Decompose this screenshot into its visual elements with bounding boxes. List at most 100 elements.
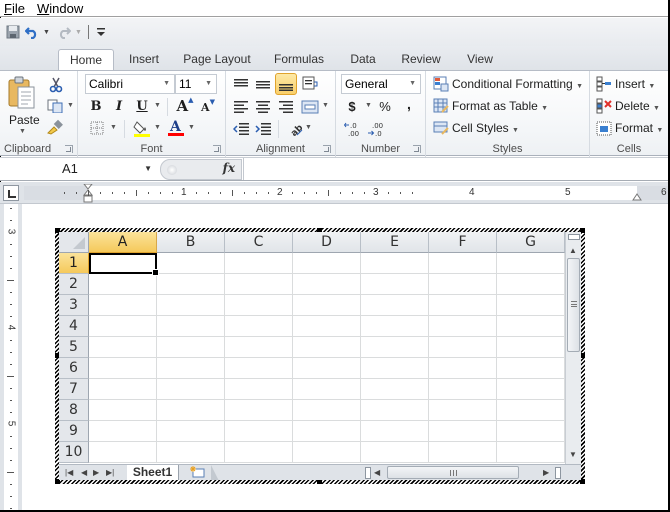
comma-button[interactable]: , xyxy=(404,96,414,112)
cell-f8[interactable] xyxy=(429,400,497,421)
cell-e7[interactable] xyxy=(361,379,429,400)
row-header-3[interactable]: 3 xyxy=(59,295,89,316)
column-header-c[interactable]: C xyxy=(225,232,293,253)
tab-review[interactable]: Review xyxy=(396,49,446,70)
row-header-8[interactable]: 8 xyxy=(59,400,89,421)
cell-c10[interactable] xyxy=(225,442,293,463)
row-header-1[interactable]: 1 xyxy=(59,253,89,274)
select-all-button[interactable] xyxy=(59,232,89,253)
cell-a8[interactable] xyxy=(89,400,157,421)
decrease-decimal-icon[interactable]: .00.0 xyxy=(366,120,386,138)
delete-cells-button[interactable]: Delete ▼ xyxy=(615,97,660,118)
borders-dropdown[interactable]: ▼ xyxy=(110,124,117,131)
currency-dropdown[interactable]: ▼ xyxy=(365,102,372,109)
cell-c7[interactable] xyxy=(225,379,293,400)
cell-g2[interactable] xyxy=(497,274,565,295)
embedded-worksheet[interactable]: A B C D E F G 1 2 3 4 5 6 7 8 9 10 ▲ ▼ |◀ ◀ ▶ ▶| Sheet1 … xyxy=(55,228,585,484)
cell-d4[interactable] xyxy=(293,316,361,337)
row-header-4[interactable]: 4 xyxy=(59,316,89,337)
cell-f5[interactable] xyxy=(429,337,497,358)
cell-g4[interactable] xyxy=(497,316,565,337)
cell-g1[interactable] xyxy=(497,253,565,274)
cell-g9[interactable] xyxy=(497,421,565,442)
cell-e2[interactable] xyxy=(361,274,429,295)
prev-sheet-icon[interactable]: ◀ xyxy=(81,466,87,480)
format-as-table-icon[interactable] xyxy=(432,97,450,115)
scroll-right-icon[interactable]: ▶ xyxy=(543,466,549,480)
insert-sheet-icon[interactable] xyxy=(189,466,211,480)
scroll-left-icon[interactable]: ◀ xyxy=(374,466,380,480)
underline-button[interactable]: U xyxy=(135,98,149,114)
increase-indent-icon[interactable] xyxy=(254,120,272,138)
align-right-icon[interactable] xyxy=(277,98,295,116)
increase-decimal-icon[interactable]: .0.00 xyxy=(343,120,363,138)
copy-icon[interactable] xyxy=(46,98,64,114)
cell-e10[interactable] xyxy=(361,442,429,463)
delete-cells-icon[interactable] xyxy=(596,97,612,115)
cell-b9[interactable] xyxy=(157,421,225,442)
align-middle-icon[interactable] xyxy=(254,75,272,93)
paste-icon[interactable] xyxy=(6,75,38,111)
conditional-formatting-button[interactable]: Conditional Formatting ▼ xyxy=(452,75,583,96)
cell-d1[interactable] xyxy=(293,253,361,274)
cell-f6[interactable] xyxy=(429,358,497,379)
vertical-ruler[interactable]: 3 4 5 xyxy=(0,204,22,510)
row-header-6[interactable]: 6 xyxy=(59,358,89,379)
horizontal-ruler[interactable]: 1 2 3 4 5 6 xyxy=(24,183,668,203)
cell-e5[interactable] xyxy=(361,337,429,358)
right-indent-marker-icon[interactable] xyxy=(632,190,642,201)
cell-e1[interactable] xyxy=(361,253,429,274)
cell-c3[interactable] xyxy=(225,295,293,316)
cell-d8[interactable] xyxy=(293,400,361,421)
cell-b2[interactable] xyxy=(157,274,225,295)
cell-f10[interactable] xyxy=(429,442,497,463)
font-name-combo[interactable]: Calibri ▼ xyxy=(85,74,175,94)
fill-color-dropdown[interactable]: ▼ xyxy=(154,124,161,131)
cell-a4[interactable] xyxy=(89,316,157,337)
align-bottom-icon[interactable] xyxy=(275,73,297,95)
tab-formulas[interactable]: Formulas xyxy=(268,49,330,70)
next-sheet-icon[interactable]: ▶ xyxy=(93,466,99,480)
insert-cells-button[interactable]: Insert ▼ xyxy=(615,75,655,96)
cell-d5[interactable] xyxy=(293,337,361,358)
row-header-9[interactable]: 9 xyxy=(59,421,89,442)
cell-c4[interactable] xyxy=(225,316,293,337)
cell-c1[interactable] xyxy=(225,253,293,274)
currency-button[interactable]: $ xyxy=(346,98,358,114)
insert-cells-icon[interactable] xyxy=(596,75,612,93)
cell-f9[interactable] xyxy=(429,421,497,442)
menu-window[interactable]: Window xyxy=(37,1,83,16)
save-icon[interactable] xyxy=(5,24,21,40)
cell-g10[interactable] xyxy=(497,442,565,463)
vertical-scroll-thumb[interactable] xyxy=(567,258,580,352)
cell-d2[interactable] xyxy=(293,274,361,295)
paste-dropdown[interactable]: ▼ xyxy=(19,128,26,135)
resize-grip-icon[interactable] xyxy=(167,165,177,175)
format-as-table-button[interactable]: Format as Table ▼ xyxy=(452,97,548,118)
cell-c5[interactable] xyxy=(225,337,293,358)
wrap-text-icon[interactable] xyxy=(301,74,319,92)
column-header-g[interactable]: G xyxy=(497,232,565,253)
cell-b8[interactable] xyxy=(157,400,225,421)
sheet-tab-sheet1[interactable]: Sheet1 xyxy=(127,465,179,480)
cell-a7[interactable] xyxy=(89,379,157,400)
active-cell-selection[interactable] xyxy=(89,253,159,276)
cut-icon[interactable] xyxy=(48,77,64,93)
cell-e8[interactable] xyxy=(361,400,429,421)
cell-e4[interactable] xyxy=(361,316,429,337)
redo-icon[interactable] xyxy=(56,24,72,40)
italic-button[interactable]: I xyxy=(112,98,126,114)
cell-g5[interactable] xyxy=(497,337,565,358)
column-header-e[interactable]: E xyxy=(361,232,429,253)
menu-file[interactable]: File xyxy=(4,1,25,16)
font-color-dropdown[interactable]: ▼ xyxy=(188,124,195,131)
merge-center-icon[interactable] xyxy=(301,98,319,116)
tab-split-box[interactable] xyxy=(365,467,371,479)
copy-dropdown[interactable]: ▼ xyxy=(67,102,74,109)
row-header-5[interactable]: 5 xyxy=(59,337,89,358)
shrink-font-button[interactable]: A ▼ xyxy=(199,97,217,115)
fill-color-icon[interactable] xyxy=(133,119,151,137)
underline-dropdown[interactable]: ▼ xyxy=(154,102,161,109)
chevron-down-icon[interactable]: ▼ xyxy=(144,158,152,180)
cell-d7[interactable] xyxy=(293,379,361,400)
